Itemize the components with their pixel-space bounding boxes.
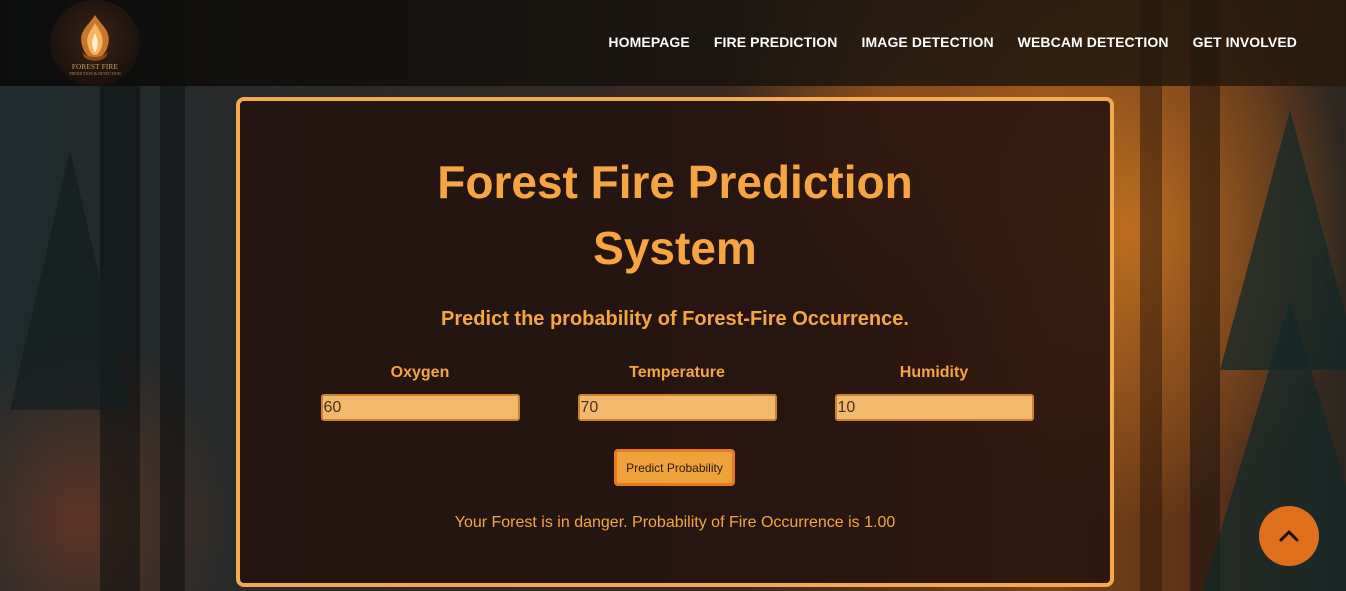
nav-homepage[interactable]: HOMEPAGE: [608, 34, 689, 50]
temperature-input[interactable]: [577, 394, 777, 421]
humidity-input[interactable]: [834, 394, 1034, 421]
oxygen-input[interactable]: [320, 394, 520, 421]
flame-icon: [81, 14, 109, 61]
nav-fire-prediction[interactable]: FIRE PREDICTION: [714, 34, 838, 50]
scroll-to-top-button[interactable]: [1259, 506, 1319, 566]
prediction-card: Forest Fire Prediction System Predict th…: [236, 97, 1114, 587]
page: FOREST FIRE PREDICTION & DETECTION HOMEP…: [0, 0, 1346, 591]
chevron-up-icon: [1279, 530, 1299, 542]
nav-image-detection[interactable]: IMAGE DETECTION: [861, 34, 993, 50]
predict-probability-button[interactable]: Predict Probability: [614, 449, 735, 486]
temperature-label: Temperature: [629, 364, 725, 381]
brand-logo[interactable]: FOREST FIRE PREDICTION & DETECTION: [50, 0, 140, 86]
oxygen-field-group: Oxygen: [320, 364, 520, 421]
page-subtitle: Predict the probability of Forest-Fire O…: [441, 308, 909, 330]
top-navbar: FOREST FIRE PREDICTION & DETECTION HOMEP…: [0, 0, 1346, 86]
temperature-field-group: Temperature: [577, 364, 777, 421]
pine-tree: [10, 150, 130, 410]
humidity-label: Humidity: [899, 364, 969, 381]
tree-trunk: [1140, 0, 1162, 591]
brand-name: FOREST FIRE: [71, 62, 119, 71]
humidity-field-group: Humidity: [834, 364, 1034, 421]
page-title-text: Forest Fire Prediction System: [437, 156, 913, 274]
tree-trunk: [160, 0, 185, 591]
prediction-result: Your Forest is in danger. Probability of…: [454, 514, 896, 531]
main-nav: HOMEPAGE FIRE PREDICTION IMAGE DETECTION…: [608, 34, 1297, 50]
nav-webcam-detection[interactable]: WEBCAM DETECTION: [1018, 34, 1169, 50]
page-title: Forest Fire Prediction System: [240, 149, 1110, 281]
brand-tagline: PREDICTION & DETECTION: [69, 70, 121, 76]
nav-get-involved[interactable]: GET INVOLVED: [1193, 34, 1297, 50]
oxygen-label: Oxygen: [390, 364, 450, 381]
